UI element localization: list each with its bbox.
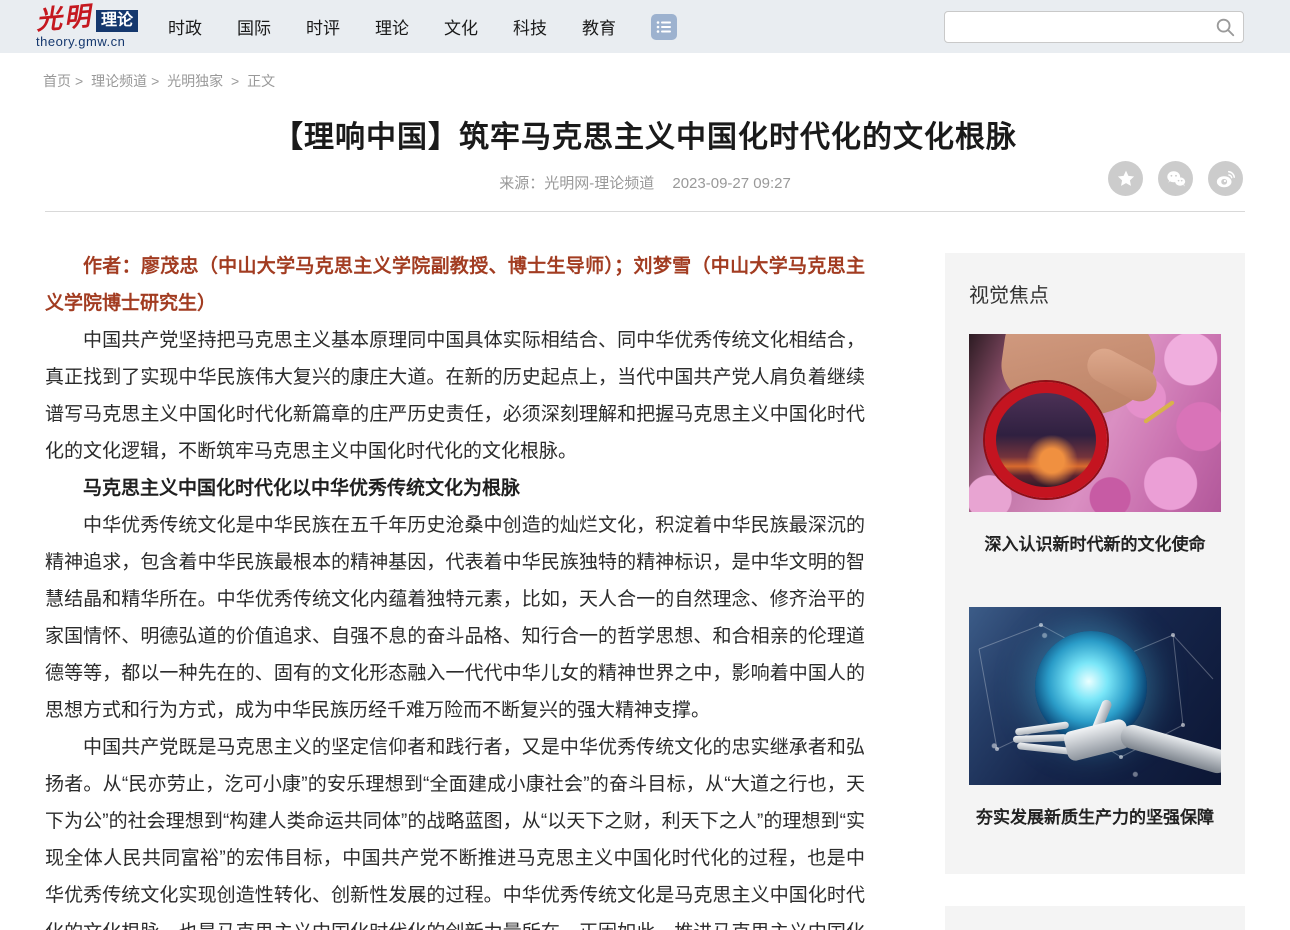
main-nav: 时政 国际 时评 理论 文化 科技 教育	[168, 13, 678, 40]
nav-item-education[interactable]: 教育	[582, 14, 616, 39]
site-domain: theory.gmw.cn	[36, 33, 126, 49]
sidebar-image-embroidery[interactable]	[969, 334, 1221, 512]
article-paragraph: 中国共产党既是马克思主义的坚定信仰者和践行者，又是中华优秀传统文化的忠实继承者和…	[45, 737, 865, 930]
share-bar	[1108, 161, 1243, 196]
site-logo[interactable]: 光明 理论 theory.gmw.cn	[34, 1, 139, 49]
breadcrumb: 首页 > 理论频道 > 光明独家 > 正文	[43, 71, 275, 91]
list-menu-icon[interactable]	[651, 13, 678, 40]
section-heading: 马克思主义中国化时代化以中华优秀传统文化为根脉	[83, 478, 521, 499]
article-body: 作者：廖茂忠（中山大学马克思主义学院副教授、博士生导师）；刘梦雪（中山大学马克思…	[45, 248, 865, 930]
source-label: 来源：	[499, 175, 545, 192]
article-paragraph: 中华优秀传统文化是中华民族在五千年历史沧桑中创造的灿烂文化，积淀着中华民族最深沉…	[45, 515, 865, 721]
article-paragraph: 中国共产党坚持把马克思主义基本原理同中国具体实际相结合、同中华优秀传统文化相结合…	[45, 330, 865, 462]
nav-item-tech[interactable]: 科技	[513, 14, 547, 39]
breadcrumb-theory-channel[interactable]: 理论频道	[91, 73, 147, 89]
nav-item-politics[interactable]: 时政	[168, 14, 202, 39]
nav-item-commentary[interactable]: 时评	[306, 14, 340, 39]
wechat-share-icon[interactable]	[1158, 161, 1193, 196]
page-title: 【理响中国】筑牢马克思主义中国化时代化的文化根脉	[273, 121, 1017, 154]
breadcrumb-separator: >	[75, 73, 84, 89]
breadcrumb-current: 正文	[247, 73, 276, 89]
article-meta: 来源：光明网-理论频道 2023-09-27 09:27	[45, 172, 1245, 193]
source-name[interactable]: 光明网-理论频道	[544, 175, 654, 192]
nav-item-theory[interactable]: 理论	[375, 14, 409, 39]
weibo-share-icon[interactable]	[1208, 161, 1243, 196]
breadcrumb-separator: >	[231, 73, 240, 89]
page: 光明 理论 theory.gmw.cn 时政 国际 时评 理论 文化 科技 教育	[0, 0, 1290, 930]
nav-item-international[interactable]: 国际	[237, 14, 271, 39]
search-box	[944, 10, 1244, 43]
article-author: 作者：廖茂忠（中山大学马克思主义学院副教授、博士生导师）；刘梦雪（中山大学马克思…	[45, 256, 865, 314]
embroidery-hoop-shape	[985, 382, 1107, 498]
nav-item-culture[interactable]: 文化	[444, 14, 478, 39]
breadcrumb-home[interactable]: 首页	[43, 73, 71, 89]
theory-badge: 理论	[96, 9, 139, 32]
visual-focus-card: 视觉焦点 深入认识新时代新的文化使命 夯实发展新质生产力的坚强保障	[945, 253, 1245, 874]
qzone-share-icon[interactable]	[1108, 161, 1143, 196]
breadcrumb-gm-exclusive[interactable]: 光明独家	[167, 73, 223, 89]
search-icon[interactable]	[1214, 16, 1236, 43]
sidebar: 视觉焦点 深入认识新时代新的文化使命 夯实发展新质生产力的坚强保障	[945, 253, 1245, 930]
breadcrumb-separator: >	[151, 73, 160, 89]
sidebar-image-robot-globe[interactable]	[969, 607, 1221, 785]
sidebar-caption-culture-mission[interactable]: 深入认识新时代新的文化使命	[969, 530, 1221, 555]
top-bar: 光明 理论 theory.gmw.cn 时政 国际 时评 理论 文化 科技 教育	[0, 0, 1290, 53]
sidebar-section-title: 视觉焦点	[969, 285, 1049, 307]
sidebar-caption-productivity[interactable]: 夯实发展新质生产力的坚强保障	[969, 803, 1221, 828]
guangming-logo-text: 光明	[34, 1, 94, 36]
publish-time: 2023-09-27 09:27	[672, 175, 791, 192]
search-input[interactable]	[944, 10, 1244, 43]
needle-shape	[1143, 400, 1175, 424]
sidebar-card-2	[945, 906, 1245, 930]
header-divider	[45, 211, 1245, 212]
